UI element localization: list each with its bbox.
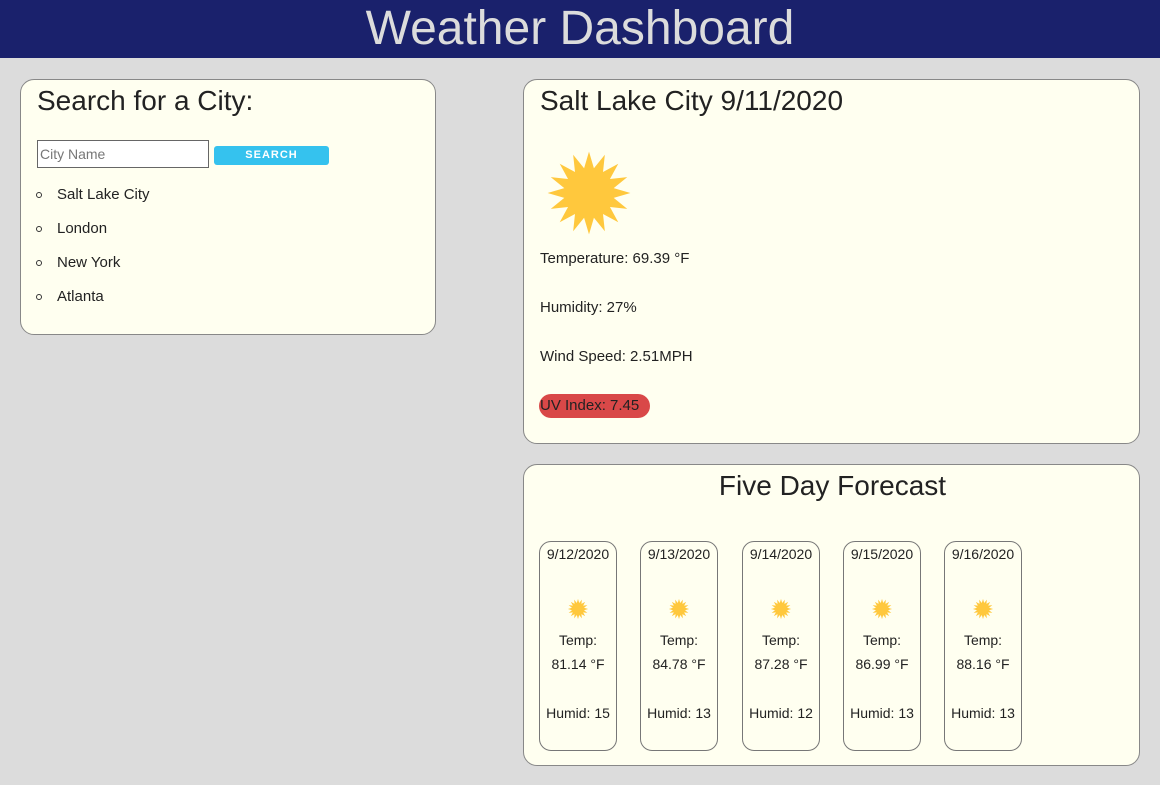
history-item-label[interactable]: Atlanta [57, 288, 104, 305]
page-header: Weather Dashboard [0, 0, 1160, 58]
search-title: Search for a City: [37, 85, 254, 116]
history-item-label[interactable]: Salt Lake City [57, 186, 150, 203]
history-item-salt-lake-city[interactable]: Salt Lake City [36, 184, 150, 218]
history-item-atlanta[interactable]: Atlanta [36, 286, 150, 320]
forecast-date: 9/12/2020 [546, 546, 610, 562]
city-search-input[interactable] [37, 140, 209, 168]
current-weather-panel: Salt Lake City 9/11/2020 Temperature: 69… [523, 79, 1140, 444]
bullet-icon [36, 260, 42, 266]
bullet-icon [36, 294, 42, 300]
uv-index-badge: UV Index: 7.45 [539, 394, 650, 418]
sun-icon [770, 598, 792, 620]
forecast-humidity: Humid: 13 [647, 705, 711, 721]
forecast-day-card: 9/16/2020 Temp: 88.16 °F Humid: 13 [944, 541, 1022, 751]
bullet-icon [36, 226, 42, 232]
current-humidity: Humidity: 27% [540, 299, 637, 316]
search-panel: Search for a City: SEARCH Salt Lake City… [20, 79, 436, 335]
history-item-london[interactable]: London [36, 218, 150, 252]
current-wind-speed: Wind Speed: 2.51MPH [540, 348, 693, 365]
sun-icon [871, 598, 893, 620]
forecast-humidity: Humid: 13 [850, 705, 914, 721]
history-item-new-york[interactable]: New York [36, 252, 150, 286]
forecast-panel: Five Day Forecast 9/12/2020 Temp: 81.14 … [523, 464, 1140, 766]
history-item-label[interactable]: London [57, 220, 107, 237]
sun-icon [567, 598, 589, 620]
forecast-day-card: 9/13/2020 Temp: 84.78 °F Humid: 13 [640, 541, 718, 751]
forecast-date: 9/14/2020 [749, 546, 813, 562]
forecast-temp-label: Temp: [558, 632, 598, 648]
page-title: Weather Dashboard [365, 2, 795, 55]
history-item-label[interactable]: New York [57, 254, 120, 271]
forecast-humidity: Humid: 12 [749, 705, 813, 721]
forecast-date: 9/13/2020 [647, 546, 711, 562]
forecast-date: 9/16/2020 [951, 546, 1015, 562]
forecast-day-card: 9/14/2020 Temp: 87.28 °F Humid: 12 [742, 541, 820, 751]
forecast-temp: 81.14 °F [551, 656, 605, 672]
sun-icon [972, 598, 994, 620]
forecast-temp: 87.28 °F [754, 656, 808, 672]
forecast-temp: 84.78 °F [652, 656, 706, 672]
forecast-date: 9/15/2020 [850, 546, 914, 562]
bullet-icon [36, 192, 42, 198]
forecast-humidity: Humid: 15 [546, 705, 610, 721]
current-temperature: Temperature: 69.39 °F [540, 250, 690, 267]
sun-icon [547, 151, 631, 235]
current-city-title: Salt Lake City 9/11/2020 [540, 85, 844, 116]
forecast-temp-label: Temp: [862, 632, 902, 648]
forecast-temp-label: Temp: [761, 632, 801, 648]
search-history-list: Salt Lake City London New York Atlanta [36, 184, 150, 320]
forecast-temp-label: Temp: [963, 632, 1003, 648]
forecast-temp: 86.99 °F [855, 656, 909, 672]
forecast-temp-label: Temp: [659, 632, 699, 648]
forecast-title: Five Day Forecast [718, 470, 947, 501]
sun-icon [668, 598, 690, 620]
forecast-day-card: 9/15/2020 Temp: 86.99 °F Humid: 13 [843, 541, 921, 751]
forecast-humidity: Humid: 13 [951, 705, 1015, 721]
forecast-day-card: 9/12/2020 Temp: 81.14 °F Humid: 15 [539, 541, 617, 751]
forecast-temp: 88.16 °F [956, 656, 1010, 672]
search-button[interactable]: SEARCH [214, 146, 329, 165]
